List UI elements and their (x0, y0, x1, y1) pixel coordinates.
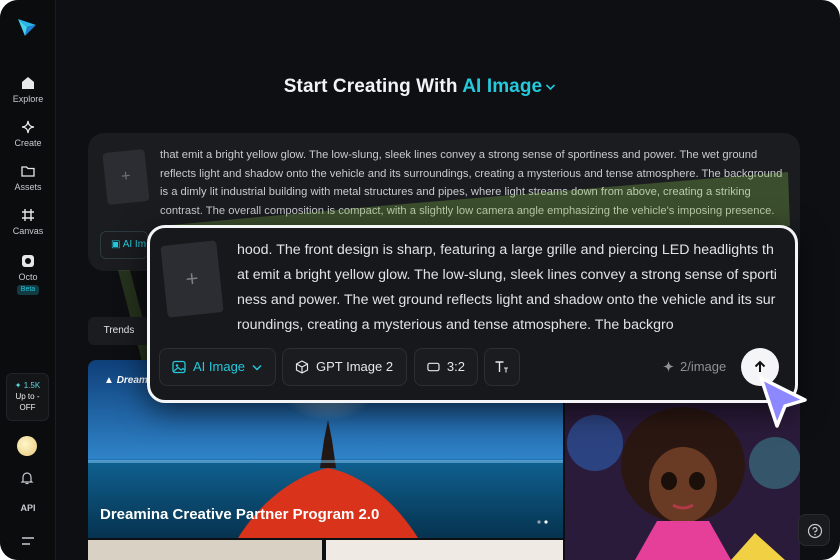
menu-icon[interactable] (21, 536, 35, 546)
sidebar-item-octo[interactable]: Octo Beta (0, 254, 56, 295)
gallery-row-2 (88, 540, 563, 560)
sidebar-item-assets[interactable]: Assets (0, 164, 56, 192)
app-logo-icon[interactable] (16, 16, 38, 38)
sidebar-item-label: Create (14, 138, 42, 148)
banner-title: Dreamina Creative Partner Program 2.0 (100, 506, 380, 523)
mode-switcher[interactable]: AI Image (462, 76, 556, 97)
folder-icon (21, 166, 35, 177)
background-prompt-text: that emit a bright yellow glow. The low-… (160, 149, 783, 218)
chevron-down-icon (252, 364, 262, 371)
filter-trends[interactable]: Trends (88, 317, 150, 345)
text-style-button[interactable] (484, 348, 520, 386)
sidebar-item-create[interactable]: Create (0, 120, 56, 148)
image-icon (172, 360, 186, 374)
promo-line-1: Up to - (15, 392, 40, 401)
background-mode-chip: ▣ AI Im (100, 231, 148, 259)
help-button[interactable] (798, 514, 830, 546)
help-icon (807, 523, 823, 539)
promo-line-2: OFF (19, 403, 36, 412)
page-title: Start Creating With AI Image (0, 76, 840, 98)
avatar[interactable] (17, 436, 37, 456)
plus-icon: + (120, 167, 132, 186)
reference-upload-button[interactable]: + (160, 240, 224, 318)
sidebar-item-label: Canvas (12, 226, 44, 236)
bell-icon[interactable] (19, 470, 35, 486)
prompt-input[interactable]: hood. The front design is sharp, featuri… (237, 238, 779, 338)
octo-icon (22, 255, 34, 267)
chevron-down-icon (546, 84, 556, 91)
mode-select[interactable]: AI Image (159, 348, 276, 386)
sparkle-icon (662, 360, 675, 373)
hash-icon (22, 209, 34, 221)
sidebar-item-label: Octo (18, 272, 38, 282)
aspect-ratio-select[interactable]: 3:2 (414, 348, 478, 386)
text-format-icon (495, 361, 508, 373)
reference-upload-thumb[interactable]: + (102, 148, 150, 206)
api-link[interactable]: API (0, 503, 56, 513)
model-select[interactable]: GPT Image 2 (282, 348, 407, 386)
beta-badge: Beta (17, 285, 39, 295)
sidebar-item-canvas[interactable]: Canvas (0, 208, 56, 236)
sparkle-icon (21, 120, 35, 134)
credit-cost: 2/image (662, 359, 726, 374)
app-window: Explore Create Assets Canvas Octo Beta ✦… (0, 0, 840, 560)
arrow-up-icon (754, 360, 766, 372)
carousel-dots[interactable] (537, 520, 551, 524)
promo-credits: ✦ 1.5K (14, 381, 41, 390)
pointer-cursor-icon (759, 376, 807, 428)
ratio-icon (427, 362, 440, 372)
cube-icon (295, 360, 309, 374)
sidebar-item-label: Assets (14, 182, 42, 192)
plus-icon: + (184, 265, 200, 292)
promo-card[interactable]: ✦ 1.5K Up to - OFF (6, 373, 49, 421)
